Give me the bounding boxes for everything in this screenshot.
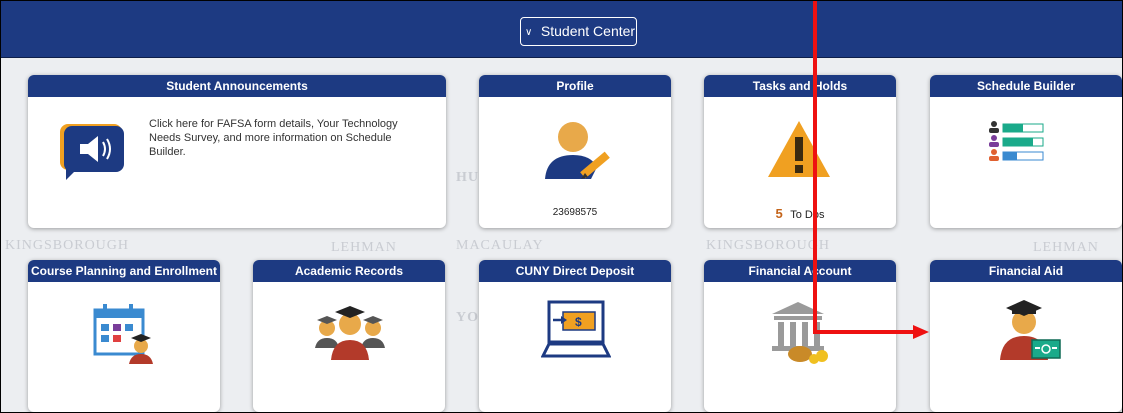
warning-icon [768,121,830,177]
megaphone-icon [60,124,124,180]
schedule-list-icon [989,121,1044,161]
tile-title: CUNY Direct Deposit [479,260,671,282]
user-edit-icon [545,122,610,179]
top-banner: ∨ Student Center [1,1,1122,58]
tile-title: Financial Account [704,260,896,282]
graduates-icon [315,306,385,360]
graduate-money-icon [1000,300,1061,360]
background-logo: MACAULAY [456,238,544,253]
annotation-arrow-horizontal [813,330,921,334]
svg-text:$: $ [575,315,582,329]
background-logo: KINGSBOROUGH [5,238,130,253]
tile-title: Course Planning and Enrollment [28,260,220,282]
calendar-student-icon [93,304,153,364]
annotation-arrowhead-icon [913,325,929,339]
todo-count: 5 [775,206,783,221]
tile-title: Academic Records [253,260,445,282]
tile-title: Financial Aid [930,260,1122,282]
annotation-arrow-vertical [813,1,817,332]
announcement-text: Click here for FAFSA form details, Your … [149,118,398,158]
tile-course-planning-enrollment[interactable]: Course Planning and Enrollment [28,260,220,412]
tile-schedule-builder[interactable]: Schedule Builder [930,75,1122,228]
background-logo: KINGSBOROUGH [706,238,831,253]
tile-tasks-and-holds[interactable]: Tasks and Holds 5 To Dos [704,75,896,228]
todo-label: To Dos [790,209,825,221]
tile-academic-records[interactable]: Academic Records [253,260,445,412]
tile-student-announcements[interactable]: Student Announcements Click here for FAF… [28,75,446,228]
background-logo: LEHMAN [331,240,397,255]
emplid-text: 23698575 [552,207,598,218]
tile-financial-aid[interactable]: Financial Aid [930,260,1122,412]
background-logo: HU [456,170,479,185]
student-center-dropdown[interactable]: ∨ Student Center [520,17,637,46]
tile-title: Student Announcements [28,75,446,97]
background-logo: LEHMAN [1033,240,1099,255]
student-center-page: ∨ Student Center KINGSBOROUGH LEHMAN MAC… [0,0,1123,413]
laptop-deposit-icon: $ [541,300,611,358]
student-center-label: Student Center [540,23,636,39]
tile-profile[interactable]: Profile 23698575 [479,75,671,228]
tile-title: Profile [479,75,671,97]
tile-financial-account[interactable]: Financial Account [704,260,896,412]
tile-title: Schedule Builder [930,75,1122,97]
tile-cuny-direct-deposit[interactable]: CUNY Direct Deposit $ [479,260,671,412]
chevron-down-icon: ∨ [525,27,533,38]
background-logo: YO [456,310,479,325]
tile-title: Tasks and Holds [704,75,896,97]
